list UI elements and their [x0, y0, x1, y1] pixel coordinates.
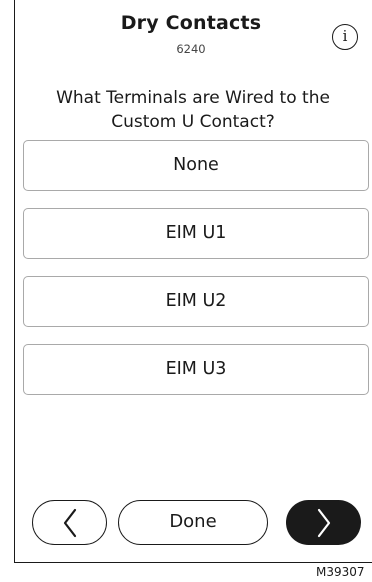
option-eim-u1-button[interactable]: EIM U1	[23, 208, 369, 259]
page-title: Dry Contacts	[120, 12, 262, 34]
chevron-left-icon	[63, 508, 76, 537]
question-line-2: Custom U Contact?	[111, 112, 275, 132]
info-button[interactable]: i	[332, 24, 358, 50]
done-button[interactable]: Done	[118, 500, 268, 545]
back-button[interactable]	[32, 500, 107, 545]
question-text: What Terminals are Wired to the Custom U…	[19, 86, 367, 134]
setting-code: 6240	[176, 42, 206, 56]
info-icon: i	[342, 27, 348, 45]
figure-code: M39307	[316, 565, 365, 579]
chevron-right-icon	[317, 508, 330, 537]
thermostat-screen: Dry Contacts 6240 i What Terminals are W…	[14, 0, 372, 563]
question-line-1: What Terminals are Wired to the	[56, 88, 330, 108]
option-eim-u3-button[interactable]: EIM U3	[23, 344, 369, 395]
next-button[interactable]	[286, 500, 361, 545]
option-eim-u2-button[interactable]: EIM U2	[23, 276, 369, 327]
option-none-button[interactable]: None	[23, 140, 369, 191]
